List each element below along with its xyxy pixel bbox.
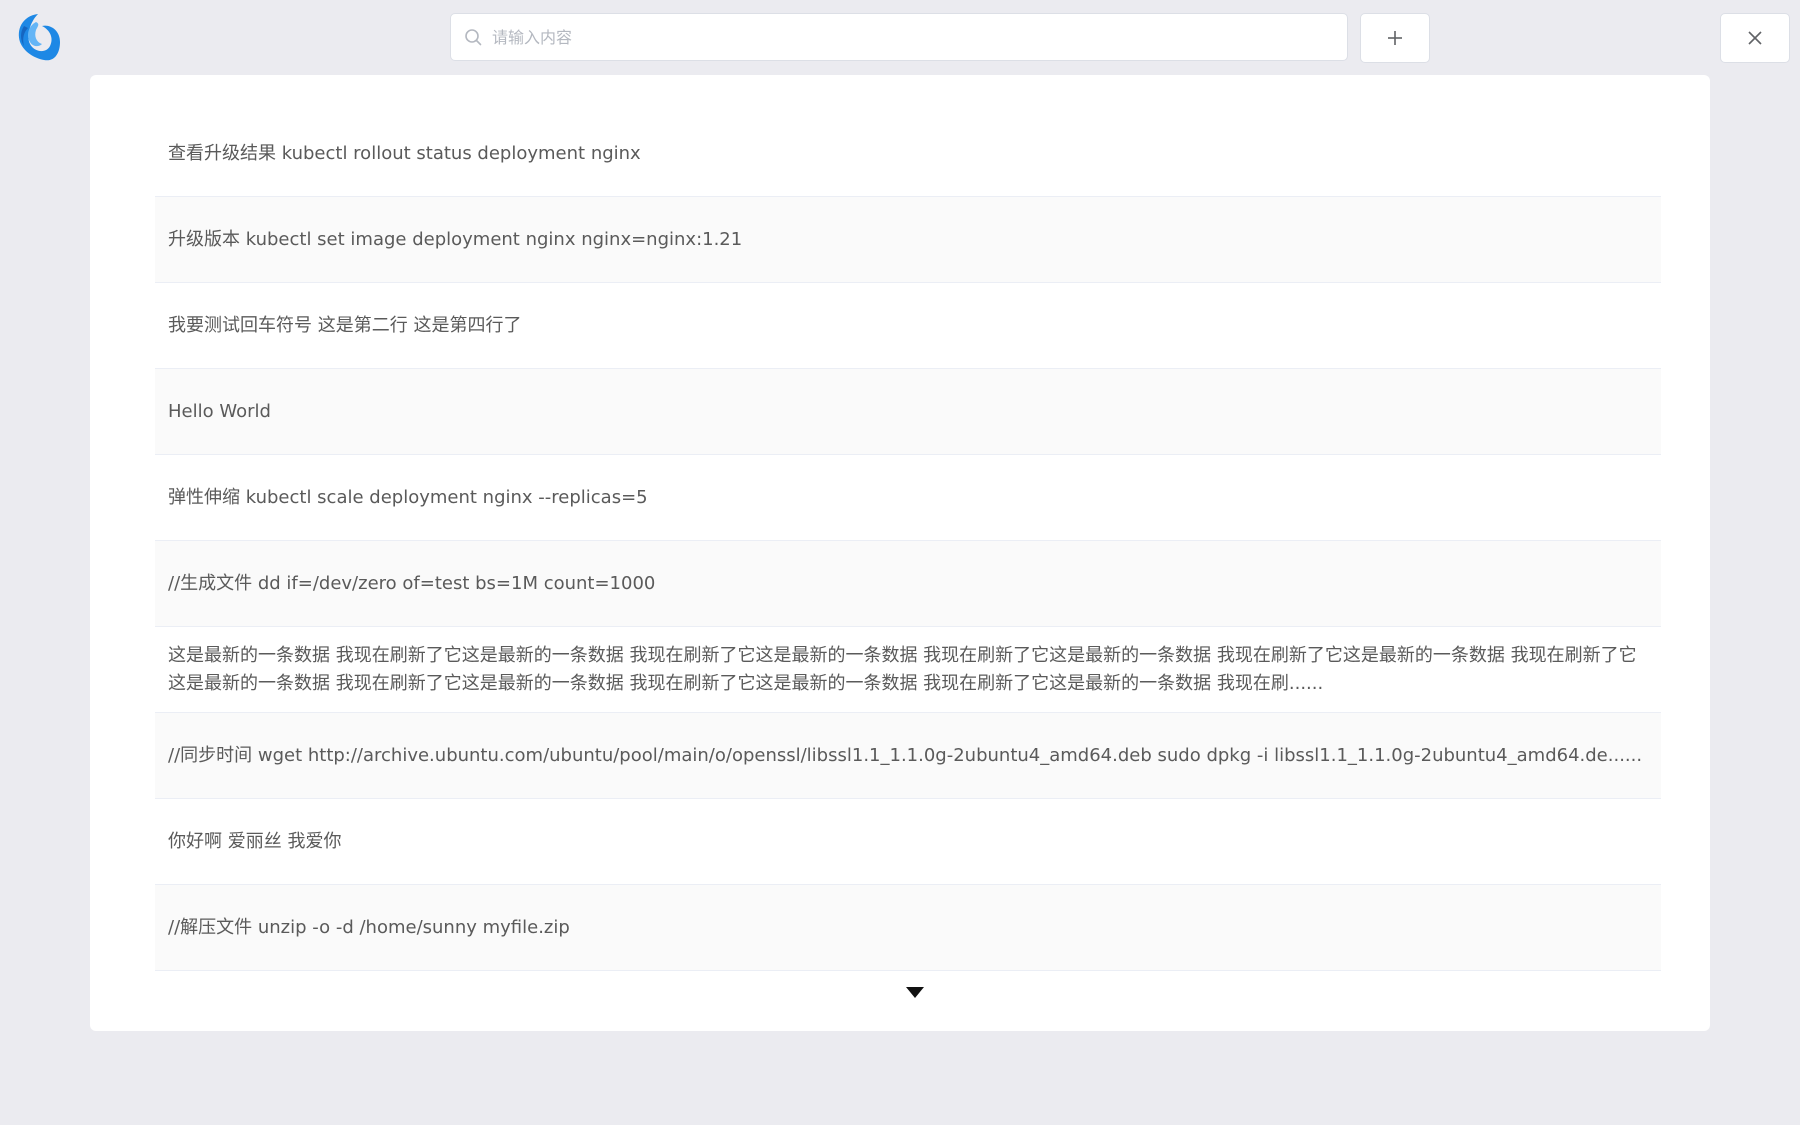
list-item-text: //解压文件 unzip -o -d /home/sunny myfile.zi… — [168, 916, 570, 938]
search-input[interactable] — [490, 16, 1347, 58]
list-item[interactable]: 我要测试回车符号 这是第二行 这是第四行了 — [155, 283, 1661, 369]
list-item[interactable]: 这是最新的一条数据 我现在刷新了它这是最新的一条数据 我现在刷新了它这是最新的一… — [155, 627, 1661, 713]
list-item-text: //同步时间 wget http://archive.ubuntu.com/ub… — [168, 744, 1643, 766]
plus-icon — [1388, 31, 1402, 45]
search-box[interactable] — [450, 13, 1348, 61]
close-button[interactable] — [1720, 13, 1790, 63]
list-item-text: 升级版本 kubectl set image deployment nginx … — [168, 228, 743, 250]
list-item-text: 弹性伸缩 kubectl scale deployment nginx --re… — [168, 486, 648, 508]
list-item[interactable]: 你好啊 爱丽丝 我爱你 — [155, 799, 1661, 885]
list-item-text: //生成文件 dd if=/dev/zero of=test bs=1M cou… — [168, 572, 656, 594]
snippet-list: 查看升级结果 kubectl rollout status deployment… — [155, 111, 1661, 971]
top-bar — [0, 0, 1800, 75]
caret-down-icon[interactable] — [906, 987, 924, 998]
content-panel: 查看升级结果 kubectl rollout status deployment… — [90, 75, 1710, 1031]
list-item[interactable]: //同步时间 wget http://archive.ubuntu.com/ub… — [155, 713, 1661, 799]
list-item[interactable]: 查看升级结果 kubectl rollout status deployment… — [155, 111, 1661, 197]
close-icon — [1748, 31, 1762, 45]
list-item-text: 我要测试回车符号 这是第二行 这是第四行了 — [168, 314, 522, 336]
list-item-text: 查看升级结果 kubectl rollout status deployment… — [168, 142, 641, 164]
list-item-text: 这是最新的一条数据 我现在刷新了它这是最新的一条数据 我现在刷新了它这是最新的一… — [168, 644, 1637, 694]
add-button[interactable] — [1360, 13, 1430, 63]
list-item[interactable]: //解压文件 unzip -o -d /home/sunny myfile.zi… — [155, 885, 1661, 971]
list-item[interactable]: Hello World — [155, 369, 1661, 455]
list-item-text: Hello World — [168, 400, 271, 422]
wave-logo-icon — [18, 14, 60, 61]
list-item[interactable]: 升级版本 kubectl set image deployment nginx … — [155, 197, 1661, 283]
list-item-text: 你好啊 爱丽丝 我爱你 — [168, 830, 342, 852]
list-item[interactable]: //生成文件 dd if=/dev/zero of=test bs=1M cou… — [155, 541, 1661, 627]
list-item[interactable]: 弹性伸缩 kubectl scale deployment nginx --re… — [155, 455, 1661, 541]
search-icon — [465, 29, 482, 46]
